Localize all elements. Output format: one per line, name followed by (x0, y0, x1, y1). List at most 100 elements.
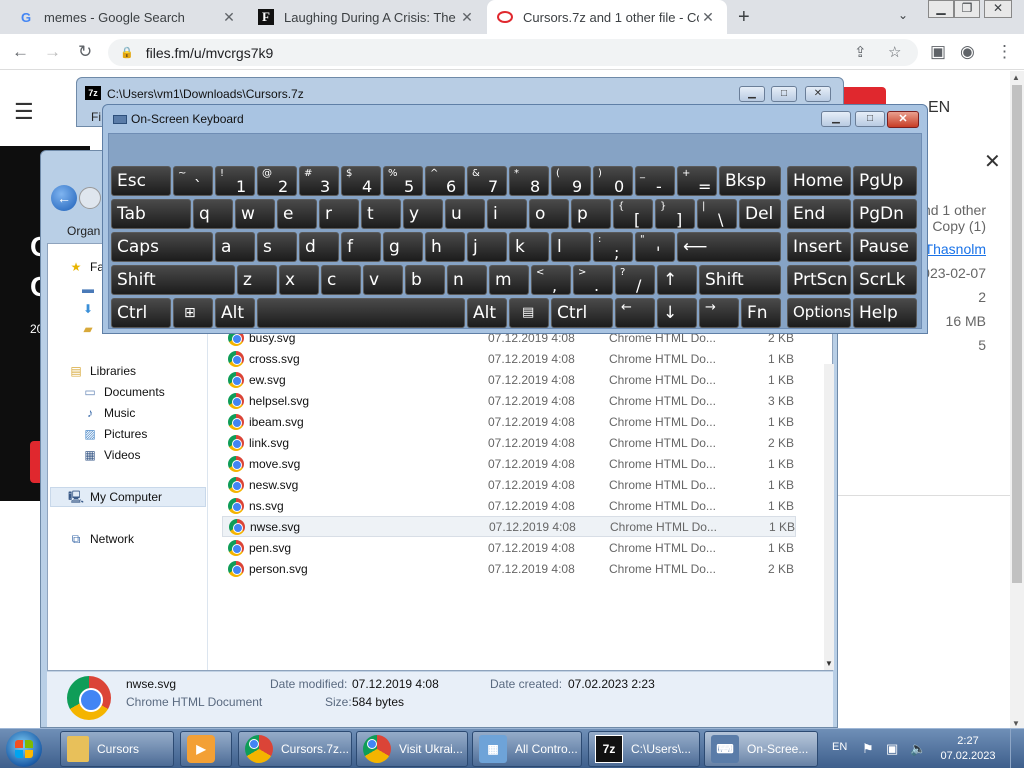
key-left[interactable]: ← (615, 298, 655, 328)
key-d[interactable]: d (299, 232, 339, 262)
new-tab-icon[interactable]: + (738, 6, 750, 29)
tab-search-chevron-icon[interactable]: ⌄ (898, 8, 908, 22)
nav-music[interactable]: ♪ Music (82, 406, 135, 420)
key-t[interactable]: t (361, 199, 401, 229)
key-down[interactable]: ↓ (657, 298, 697, 328)
key-alt-left[interactable]: Alt (215, 298, 255, 328)
taskbar-sevenzip[interactable]: 7z C:\Users\... (588, 731, 700, 767)
key-l[interactable]: l (551, 232, 591, 262)
taskbar-osk[interactable]: ⌨ On-Scree... (704, 731, 818, 767)
key-equals[interactable]: + = (677, 166, 717, 196)
table-row[interactable]: ibeam.svg 07.12.2019 4:08 Chrome HTML Do..… (222, 411, 796, 432)
key-n[interactable]: n (447, 265, 487, 295)
key-pause[interactable]: Pause (853, 232, 917, 262)
kebab-menu-icon[interactable]: ⋮ (996, 42, 1013, 62)
tab-laughing[interactable]: F Laughing During A Crisis: The Be ✕ (248, 0, 486, 34)
key-ctrl-left[interactable]: Ctrl (111, 298, 171, 328)
maximize-icon[interactable]: □ (855, 111, 885, 127)
scrollbar-thumb[interactable] (1012, 85, 1022, 583)
key-g[interactable]: g (383, 232, 423, 262)
key-pgup[interactable]: PgUp (853, 166, 917, 196)
key-6[interactable]: ^ 6 (425, 166, 465, 196)
key-menu[interactable]: ▤ (509, 298, 549, 328)
back-arrow-icon[interactable]: ← (12, 42, 29, 62)
nav-fav-item[interactable]: ⬇ (80, 302, 102, 316)
tab-cursors[interactable]: Cursors.7z and 1 other file - Cop ✕ (487, 0, 727, 34)
key-u[interactable]: u (445, 199, 485, 229)
minimize-icon[interactable]: ▁ (821, 111, 851, 127)
show-desktop-button[interactable] (1010, 729, 1024, 768)
key-q[interactable]: q (193, 199, 233, 229)
key-comma[interactable]: <, (531, 265, 571, 295)
forward-arrow-icon[interactable] (79, 187, 101, 209)
on-screen-keyboard-window[interactable]: On-Screen Keyboard ▁ □ ✕ Esc ~ ` ! 1 @2 #3… (102, 104, 928, 334)
key-left-bracket[interactable]: {[ (613, 199, 653, 229)
nav-favorites[interactable]: ★ Fa (68, 260, 104, 274)
key-9[interactable]: (9 (551, 166, 591, 196)
key-slash[interactable]: ? / (615, 265, 655, 295)
nav-videos[interactable]: ▦ Videos (82, 448, 140, 462)
key-semicolon[interactable]: :; (593, 232, 633, 262)
key-backslash[interactable]: | \ (697, 199, 737, 229)
taskbar-control-panel[interactable]: ▦ All Contro... (472, 731, 582, 767)
key-8[interactable]: * 8 (509, 166, 549, 196)
key-up[interactable]: ↑ (657, 265, 697, 295)
osk-titlebar[interactable]: On-Screen Keyboard ▁ □ ✕ (103, 105, 929, 133)
table-row-selected[interactable]: nwse.svg 07.12.2019 4:08 Chrome HTML Do...… (222, 516, 796, 537)
scroll-up-icon[interactable]: ▲ (1012, 73, 1020, 82)
bookmark-star-icon[interactable]: ☆ (888, 43, 901, 61)
key-alt-right[interactable]: Alt (467, 298, 507, 328)
nav-documents[interactable]: ▭ Documents (82, 385, 164, 399)
key-p[interactable]: p (571, 199, 611, 229)
key-a[interactable]: a (215, 232, 255, 262)
key-4[interactable]: $4 (341, 166, 381, 196)
key-right-bracket[interactable]: }] (655, 199, 695, 229)
table-row[interactable]: ns.svg 07.12.2019 4:08 Chrome HTML Do... 1 … (222, 495, 796, 516)
action-center-flag-icon[interactable]: ⚑ (862, 741, 874, 757)
scroll-down-icon[interactable]: ▼ (825, 659, 833, 668)
table-row[interactable]: move.svg 07.12.2019 4:08 Chrome HTML Do...… (222, 453, 796, 474)
key-prtscn[interactable]: PrtScn (787, 265, 851, 295)
key-shift-right[interactable]: Shift (699, 265, 781, 295)
key-z[interactable]: z (237, 265, 277, 295)
close-window-icon[interactable]: ✕ (984, 0, 1012, 18)
share-icon[interactable]: ⇪ (854, 43, 867, 61)
key-2[interactable]: @2 (257, 166, 297, 196)
key-tilde[interactable]: ~ ` (173, 166, 213, 196)
close-icon[interactable]: ✕ (887, 111, 919, 128)
language-selector[interactable]: EN (928, 99, 950, 117)
key-s[interactable]: s (257, 232, 297, 262)
key-caps[interactable]: Caps (111, 232, 213, 262)
table-row[interactable]: cross.svg 07.12.2019 4:08 Chrome HTML Do..… (222, 348, 796, 369)
key-insert[interactable]: Insert (787, 232, 851, 262)
key-windows[interactable]: ⊞ (173, 298, 213, 328)
key-0[interactable]: ) 0 (593, 166, 633, 196)
key-y[interactable]: y (403, 199, 443, 229)
system-clock[interactable]: 2:27 07.02.2023 (938, 734, 998, 764)
address-bar[interactable]: 🔒 files.fm/u/mvcrgs7k9 ⇪ ☆ (108, 39, 918, 66)
page-scrollbar[interactable]: ▲ ▼ (1010, 71, 1024, 730)
key-b[interactable]: b (405, 265, 445, 295)
forward-arrow-icon[interactable]: → (44, 42, 61, 62)
uploader-link[interactable]: Thasnolm (925, 241, 986, 257)
key-backspace[interactable]: Bksp (719, 166, 781, 196)
key-right[interactable]: → (699, 298, 739, 328)
table-row[interactable]: pen.svg 07.12.2019 4:08 Chrome HTML Do... 1… (222, 537, 796, 558)
key-h[interactable]: h (425, 232, 465, 262)
close-tab-icon[interactable]: ✕ (699, 9, 717, 26)
nav-network[interactable]: ⧉ Network (68, 532, 134, 546)
key-quote[interactable]: " ' (635, 232, 675, 262)
close-icon[interactable]: ✕ (805, 86, 831, 102)
nav-my-computer[interactable]: 🖳 My Computer (68, 490, 162, 504)
key-help[interactable]: Help (853, 298, 917, 328)
key-home[interactable]: Home (787, 166, 851, 196)
nav-pictures[interactable]: ▨ Pictures (82, 427, 147, 441)
restore-icon[interactable]: ❐ (954, 0, 980, 18)
key-minus[interactable]: _ - (635, 166, 675, 196)
key-e[interactable]: e (277, 199, 317, 229)
key-enter[interactable]: ⟵ (677, 232, 781, 262)
key-k[interactable]: k (509, 232, 549, 262)
key-7[interactable]: & 7 (467, 166, 507, 196)
scroll-down-icon[interactable]: ▼ (1012, 719, 1020, 728)
key-o[interactable]: o (529, 199, 569, 229)
